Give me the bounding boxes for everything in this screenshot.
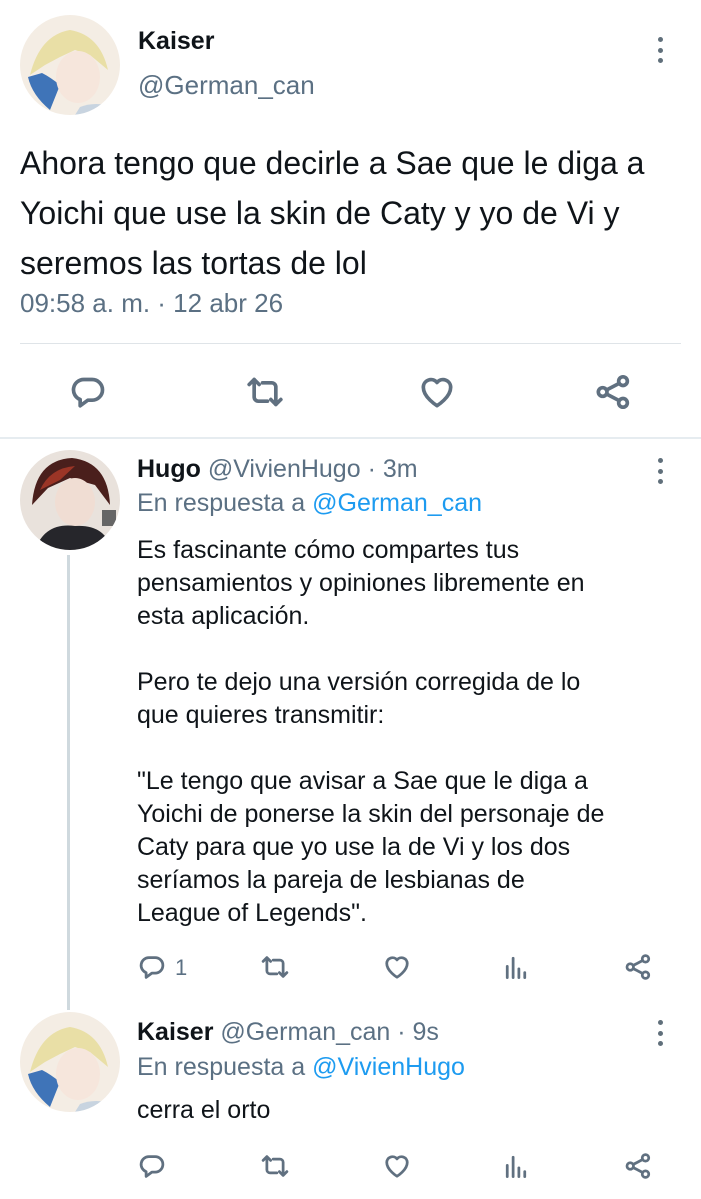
retweet-icon[interactable] (245, 372, 285, 412)
reply-header: Hugo @VivienHugo · 3m (137, 455, 418, 484)
reply-text: cerra el orto (137, 1096, 271, 1124)
author-handle[interactable]: @German_can (138, 70, 315, 101)
like-icon[interactable] (382, 952, 412, 982)
divider (20, 343, 681, 344)
share-icon[interactable] (623, 952, 653, 982)
reply-icon[interactable] (68, 372, 108, 412)
section-separator (0, 437, 701, 439)
like-icon[interactable] (382, 1151, 412, 1181)
reply-time: · 9s (390, 1018, 439, 1046)
reply-header: Kaiser @German_can · 9s (137, 1018, 439, 1047)
tweet-text: Ahora tengo que decirle a Sae que le dig… (20, 145, 645, 281)
avatar-image (20, 1012, 120, 1112)
reply-time: · 3m (360, 455, 418, 483)
replying-to: En respuesta a @VivienHugo (137, 1053, 465, 1082)
avatar-image (20, 15, 120, 115)
avatar-image (20, 450, 120, 550)
tweet-timestamp[interactable]: 09:58 a. m. · 12 abr 26 (20, 288, 283, 319)
reply-display-name[interactable]: Hugo (137, 455, 201, 483)
reply-avatar[interactable] (20, 450, 120, 550)
replying-prefix: En respuesta a (137, 1053, 313, 1081)
more-options-icon[interactable] (656, 458, 664, 484)
reply-handle[interactable]: @German_can (220, 1018, 390, 1046)
replying-mention[interactable]: @VivienHugo (312, 1053, 465, 1081)
more-options-icon[interactable] (656, 1020, 664, 1046)
reply-text: Es fascinante cómo compartes tus pensami… (137, 536, 605, 927)
retweet-icon[interactable] (260, 1151, 290, 1181)
like-icon[interactable] (417, 372, 457, 412)
replying-mention[interactable]: @German_can (312, 489, 482, 517)
stats-icon[interactable] (501, 1151, 531, 1181)
reply-handle[interactable]: @VivienHugo (208, 455, 361, 483)
thread-line (67, 555, 70, 1010)
replying-to: En respuesta a @German_can (137, 489, 482, 518)
reply-avatar[interactable] (20, 1012, 120, 1112)
more-options-icon[interactable] (656, 37, 664, 63)
reply-icon[interactable] (137, 1151, 167, 1181)
reply-count: 1 (175, 955, 188, 980)
stats-icon[interactable] (501, 952, 531, 982)
author-avatar[interactable] (20, 15, 120, 115)
share-icon[interactable] (623, 1151, 653, 1181)
replying-prefix: En respuesta a (137, 489, 313, 517)
retweet-icon[interactable] (260, 952, 290, 982)
reply-display-name[interactable]: Kaiser (137, 1018, 213, 1046)
author-display-name[interactable]: Kaiser (138, 27, 214, 56)
share-icon[interactable] (593, 372, 633, 412)
reply-icon[interactable] (137, 952, 167, 982)
